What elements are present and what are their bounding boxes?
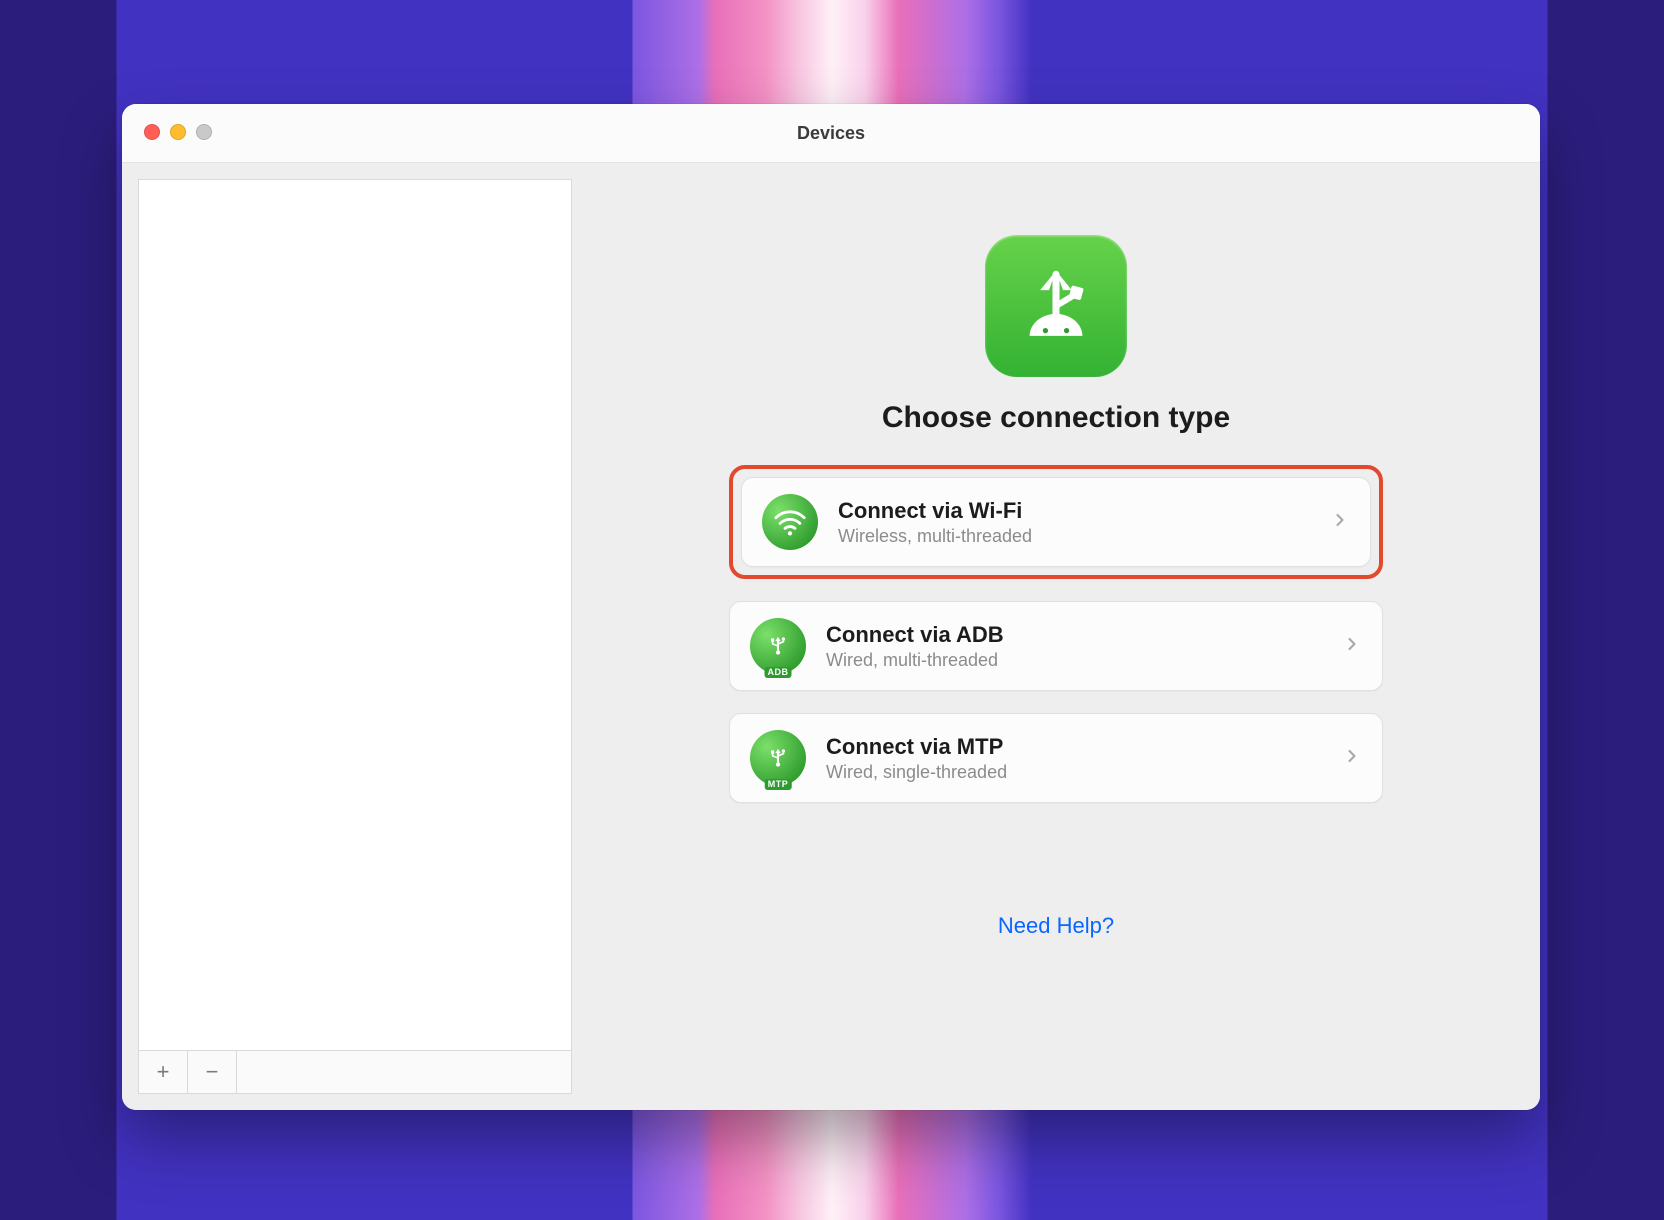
- chevron-right-icon: [1342, 746, 1362, 771]
- chevron-right-icon: [1330, 510, 1350, 535]
- icon-badge: MTP: [765, 779, 792, 790]
- window-minimize-button[interactable]: [170, 124, 186, 140]
- window-close-button[interactable]: [144, 124, 160, 140]
- usb-icon: MTP: [750, 730, 806, 786]
- remove-device-button[interactable]: −: [188, 1051, 237, 1093]
- add-device-button[interactable]: +: [139, 1051, 188, 1093]
- connect-mtp-option[interactable]: MTP Connect via MTP Wired, single-thread…: [729, 713, 1383, 803]
- help-area: Need Help?: [998, 913, 1114, 939]
- device-sidebar: + −: [138, 179, 572, 1094]
- sidebar-footer: + −: [139, 1050, 571, 1093]
- highlighted-option-frame: Connect via Wi-Fi Wireless, multi-thread…: [729, 465, 1383, 579]
- devices-window: Devices + −: [122, 104, 1540, 1110]
- option-subtitle: Wired, single-threaded: [826, 762, 1342, 783]
- device-list: [139, 180, 571, 1050]
- chevron-right-icon: [1342, 634, 1362, 659]
- option-title: Connect via ADB: [826, 622, 1342, 648]
- option-subtitle: Wireless, multi-threaded: [838, 526, 1330, 547]
- main-panel: Choose connection type: [588, 179, 1524, 1094]
- wifi-icon: [762, 494, 818, 550]
- choose-connection-heading: Choose connection type: [882, 401, 1230, 435]
- usb-icon: ADB: [750, 618, 806, 674]
- connect-wifi-option[interactable]: Connect via Wi-Fi Wireless, multi-thread…: [741, 477, 1371, 567]
- connect-adb-option[interactable]: ADB Connect via ADB Wired, multi-threade…: [729, 601, 1383, 691]
- icon-badge: ADB: [765, 667, 792, 678]
- connection-options: Connect via Wi-Fi Wireless, multi-thread…: [729, 465, 1383, 803]
- option-title: Connect via Wi-Fi: [838, 498, 1330, 524]
- window-body: + − Choo: [122, 163, 1540, 1110]
- titlebar: Devices: [122, 104, 1540, 163]
- option-title: Connect via MTP: [826, 734, 1342, 760]
- option-subtitle: Wired, multi-threaded: [826, 650, 1342, 671]
- window-title: Devices: [122, 123, 1540, 144]
- traffic-lights: [144, 124, 212, 140]
- need-help-link[interactable]: Need Help?: [998, 913, 1114, 938]
- window-maximize-button[interactable]: [196, 124, 212, 140]
- app-icon: [985, 235, 1127, 377]
